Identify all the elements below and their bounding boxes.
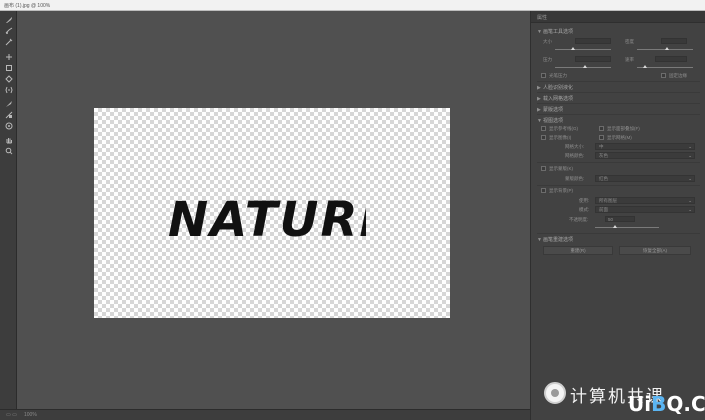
pin-edges-label: 固定边缘: [669, 73, 687, 78]
rate-label: 速率: [625, 57, 634, 62]
divider: [537, 233, 700, 234]
push-icon[interactable]: [3, 74, 14, 83]
section-mask-options[interactable]: ▶ 蒙版选项: [537, 106, 563, 113]
size-label: 大小: [543, 39, 552, 44]
opacity-slider-knob[interactable]: [613, 225, 617, 228]
pin-edges-checkbox[interactable]: [661, 73, 666, 78]
section-brush-options[interactable]: ▼画笔工具选项: [537, 28, 573, 35]
window-titlebar: 画布 (1).jpg @ 100%: [0, 0, 705, 11]
mask-color-label: 蒙版颜色:: [565, 176, 585, 181]
mesh-size-label: 网格大小:: [565, 144, 585, 149]
stylus-pressure-label: 光笔压力: [549, 73, 567, 78]
use-label: 使用:: [579, 198, 590, 203]
show-mask-checkbox[interactable]: [541, 166, 546, 171]
show-image-label: 显示图像(I): [549, 135, 572, 140]
divider: [537, 162, 700, 163]
status-bar: ▭ ▭ 100%: [0, 409, 530, 420]
mesh-size-dropdown[interactable]: 中 ⌄: [595, 143, 695, 150]
size-field[interactable]: [575, 38, 611, 44]
opacity-field[interactable]: 50: [605, 216, 635, 222]
chevron-down-icon: ⌄: [688, 144, 692, 149]
pressure-field[interactable]: [575, 56, 611, 62]
show-image-checkbox[interactable]: [541, 135, 546, 140]
smooth-icon[interactable]: [3, 37, 14, 46]
restore-all-button[interactable]: 恢复全部(A): [619, 246, 691, 255]
size-slider[interactable]: [555, 49, 611, 50]
mesh-color-label: 网格颜色:: [565, 153, 585, 158]
reconstruct-icon[interactable]: [3, 26, 14, 35]
section-view-options[interactable]: ▼视图选项: [537, 117, 563, 124]
zoom-level[interactable]: 100%: [24, 412, 37, 418]
properties-panel: 属性 ▼画笔工具选项 大小 密度 压力 速率 光笔压力 固定边缘 ▶ 人脸识别液化…: [530, 11, 705, 420]
show-face-overlay-label: 显示面部叠加(F): [607, 126, 640, 131]
mode-label: 模式:: [579, 207, 590, 212]
rate-slider-knob[interactable]: [643, 65, 647, 68]
hand-icon[interactable]: [3, 135, 14, 144]
rate-field[interactable]: [655, 56, 687, 62]
rebuild-button[interactable]: 重建(R): [543, 246, 613, 255]
camera-icon: [544, 382, 566, 404]
section-load-mesh[interactable]: ▶ 载入网格选项: [537, 95, 573, 102]
divider: [537, 103, 700, 104]
mode-dropdown[interactable]: 前面 ⌄: [595, 206, 695, 213]
tool-bar: [0, 11, 17, 409]
section-brush-reconstruct[interactable]: ▼画笔重建选项: [537, 236, 573, 243]
size-slider-knob[interactable]: [571, 47, 575, 50]
chevron-down-icon: ⌄: [688, 207, 692, 212]
workspace[interactable]: NATURE: [17, 11, 530, 409]
show-mask-label: 显示蒙版(K): [549, 166, 573, 171]
show-guides-label: 显示参考线(G): [549, 126, 578, 131]
show-guides-checkbox[interactable]: [541, 126, 546, 131]
show-backdrop-checkbox[interactable]: [541, 188, 546, 193]
opacity-label: 不透明度:: [569, 217, 589, 222]
bloat-icon[interactable]: [3, 63, 14, 72]
divider: [537, 185, 700, 186]
show-mesh-checkbox[interactable]: [599, 135, 604, 140]
pucker-icon[interactable]: [3, 52, 14, 61]
stylus-pressure-checkbox[interactable]: [541, 73, 546, 78]
pressure-slider-knob[interactable]: [583, 65, 587, 68]
divider: [537, 81, 700, 82]
uibq-logo: UiBQ.CoM: [628, 392, 705, 416]
panel-header: 属性: [531, 11, 705, 23]
panel-title: 属性: [537, 15, 548, 21]
chevron-down-icon: ⌄: [688, 176, 692, 181]
use-dropdown[interactable]: 所有图层 ⌄: [595, 197, 695, 204]
density-field[interactable]: [661, 38, 687, 44]
pressure-label: 压力: [543, 57, 552, 62]
show-backdrop-label: 显示背景(P): [549, 188, 573, 193]
window-title: 画布 (1).jpg @ 100%: [4, 3, 51, 9]
divider: [537, 114, 700, 115]
opacity-slider[interactable]: [595, 227, 659, 228]
show-face-overlay-checkbox[interactable]: [599, 126, 604, 131]
show-mesh-label: 显示网格(M): [607, 135, 632, 140]
watermark: 计算机共课 UiBQ.CoM: [540, 378, 705, 416]
twirl-icon[interactable]: [3, 85, 14, 94]
chevron-down-icon: ⌄: [688, 198, 692, 203]
chevron-down-icon: ⌄: [688, 153, 692, 158]
density-slider-knob[interactable]: [665, 47, 669, 50]
freeze-mask-icon[interactable]: [3, 110, 14, 119]
section-face-liquify[interactable]: ▶ 人脸识别液化: [537, 84, 573, 91]
svg-text:NATURE: NATURE: [168, 192, 366, 248]
divider: [537, 92, 700, 93]
status-icon[interactable]: ▭ ▭: [6, 412, 17, 418]
nature-text: NATURE: [168, 192, 366, 248]
mirror-icon[interactable]: [3, 99, 14, 108]
image-canvas[interactable]: NATURE: [94, 108, 450, 318]
zoom-icon[interactable]: [3, 146, 14, 155]
brush-icon[interactable]: [3, 15, 14, 24]
mesh-color-dropdown[interactable]: 灰色 ⌄: [595, 152, 695, 159]
mask-color-dropdown[interactable]: 红色 ⌄: [595, 175, 695, 182]
density-label: 密度: [625, 39, 634, 44]
thaw-mask-icon[interactable]: [3, 121, 14, 130]
